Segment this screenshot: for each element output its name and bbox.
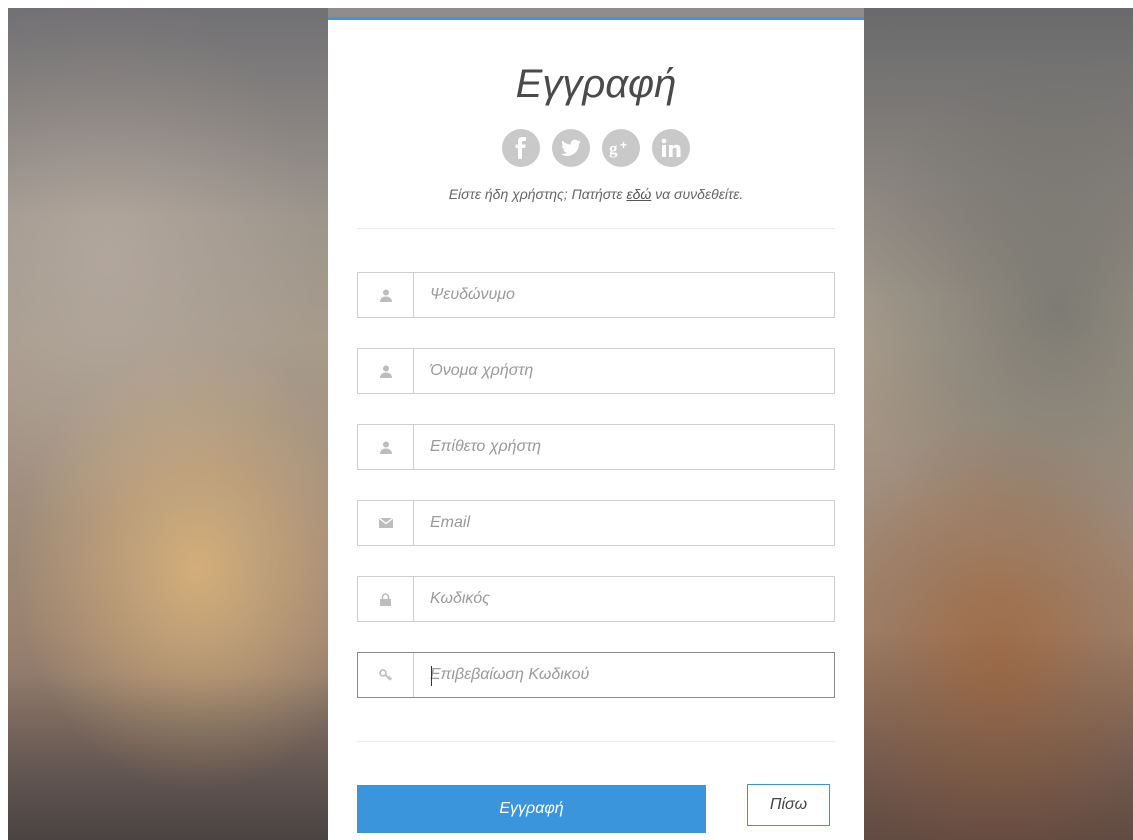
password-input[interactable] (414, 577, 834, 621)
google-plus-icon[interactable]: g + (602, 129, 640, 167)
key-icon (358, 653, 414, 697)
social-buttons: g + (499, 129, 693, 167)
login-prompt-suffix: να συνδεθείτε. (651, 186, 744, 202)
divider-top (357, 228, 835, 229)
email-input[interactable] (414, 501, 834, 545)
svg-text:+: + (620, 138, 627, 152)
last-name-field[interactable] (357, 424, 835, 470)
login-prompt: Είστε ήδη χρήστης; Πατήστε εδώ να συνδεθ… (328, 186, 864, 202)
email-field[interactable] (357, 500, 835, 546)
confirm-password-input[interactable] (414, 653, 834, 697)
linkedin-icon[interactable] (652, 129, 690, 167)
lock-icon (358, 577, 414, 621)
password-field[interactable] (357, 576, 835, 622)
facebook-icon[interactable] (502, 129, 540, 167)
registration-card: Εγγραφή g + Είστε ήδη χρήστης; Πατήστε ε… (328, 17, 864, 840)
user-icon (358, 273, 414, 317)
first-name-input[interactable] (414, 349, 834, 393)
background-shade-left (8, 8, 328, 840)
confirm-password-field[interactable] (357, 652, 835, 698)
login-prompt-prefix: Είστε ήδη χρήστης; Πατήστε (448, 186, 627, 202)
first-name-field[interactable] (357, 348, 835, 394)
last-name-input[interactable] (414, 425, 834, 469)
user-icon (358, 349, 414, 393)
envelope-icon (358, 501, 414, 545)
text-caret (431, 666, 432, 686)
page-title: Εγγραφή (515, 62, 677, 106)
login-link[interactable]: εδώ (626, 186, 651, 202)
back-button[interactable]: Πίσω (747, 784, 830, 826)
nickname-input[interactable] (414, 273, 834, 317)
user-icon (358, 425, 414, 469)
twitter-icon[interactable] (552, 129, 590, 167)
svg-text:g: g (609, 139, 618, 158)
divider-bottom (357, 741, 835, 742)
nickname-field[interactable] (357, 272, 835, 318)
background-shade-right (864, 8, 1133, 840)
register-button[interactable]: Εγγραφή (357, 785, 706, 833)
